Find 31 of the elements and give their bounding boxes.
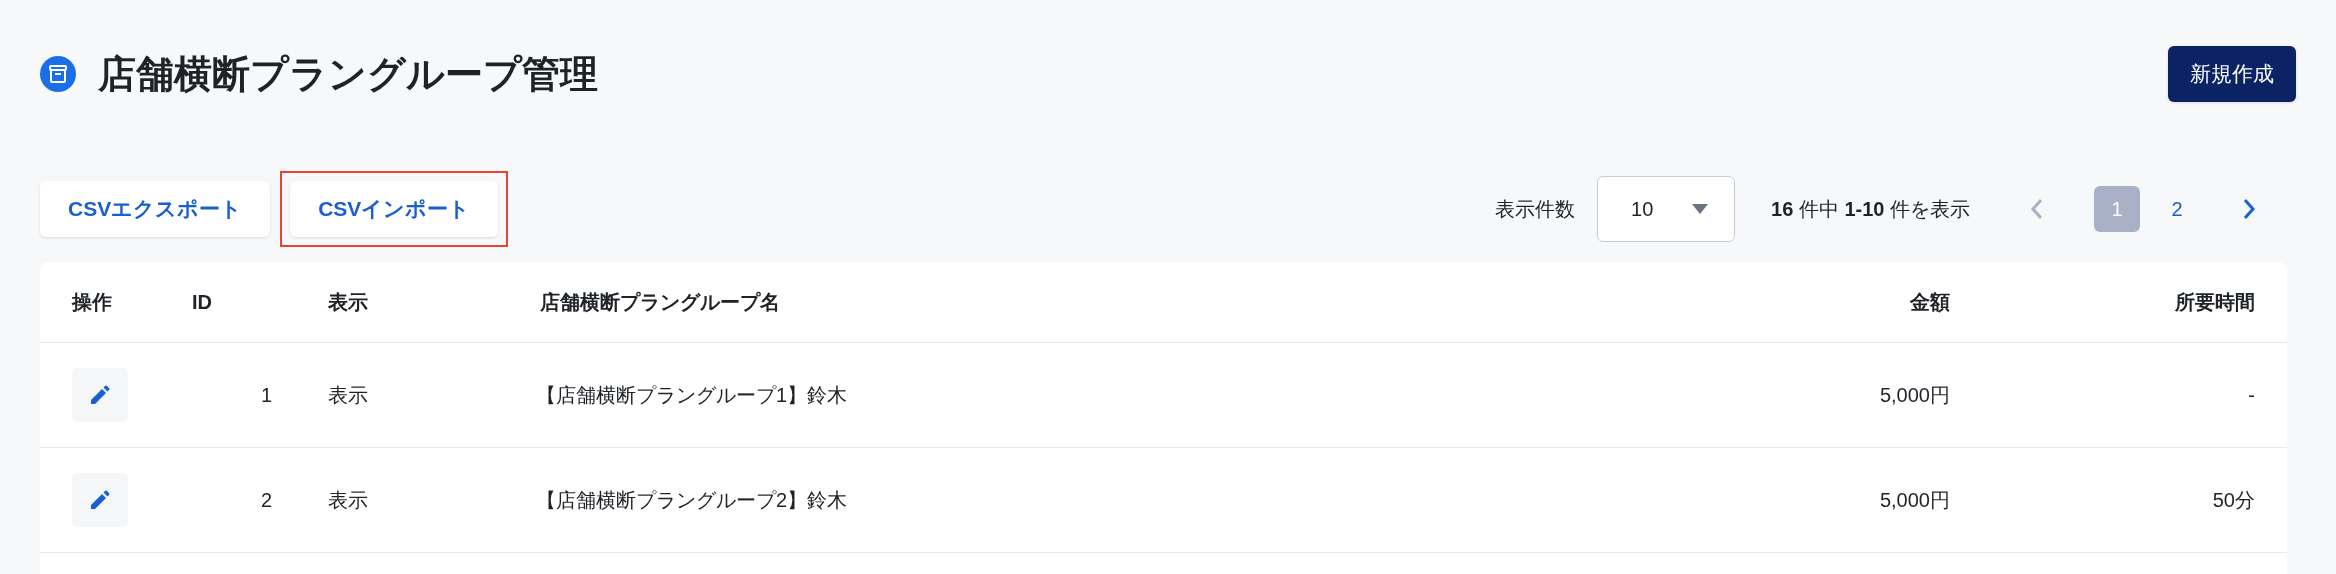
- archive-icon: [40, 56, 76, 92]
- visibility-cell: 表示: [328, 488, 368, 511]
- csv-button[interactable]: CSVエクスポート: [40, 181, 271, 237]
- visibility-cell: 表示: [328, 383, 368, 406]
- duration-cell: 50分: [2212, 488, 2255, 511]
- result-summary: 16 件中 1-10 件を表示: [1771, 197, 1970, 222]
- pencil-icon: [89, 383, 111, 406]
- name-cell: 【店舗横断プラングループ2】鈴木: [536, 488, 848, 511]
- page-title: 店舗横断プラングループ管理: [98, 51, 598, 97]
- edit-button[interactable]: [72, 472, 128, 527]
- edit-button[interactable]: [72, 367, 128, 422]
- column-header: 店舗横断プラングループ名: [508, 262, 1682, 342]
- price-cell: 5,000円: [1879, 488, 1950, 511]
- column-header: 金額: [1682, 262, 1982, 342]
- pencil-icon: [89, 488, 111, 511]
- csv-button[interactable]: CSVインポート: [290, 181, 499, 237]
- page-size-label: 表示件数: [1495, 197, 1576, 222]
- column-header: 表示: [296, 262, 508, 342]
- dropdown-caret-icon: [1692, 204, 1709, 214]
- id-cell: 1: [260, 383, 272, 406]
- column-header: 操作: [40, 262, 160, 342]
- price-cell: 5,000円: [1879, 383, 1950, 406]
- column-header: ID: [160, 262, 296, 342]
- column-header: 所要時間: [1982, 262, 2287, 342]
- next-page-icon[interactable]: [2242, 198, 2256, 220]
- id-cell: 2: [260, 488, 272, 511]
- duration-cell: -: [2248, 383, 2255, 406]
- create-button[interactable]: 新規作成: [2168, 46, 2296, 102]
- page-size-select[interactable]: 10: [1597, 176, 1736, 242]
- page-button[interactable]: 2: [2154, 186, 2200, 232]
- name-cell: 【店舗横断プラングループ1】鈴木: [536, 383, 848, 406]
